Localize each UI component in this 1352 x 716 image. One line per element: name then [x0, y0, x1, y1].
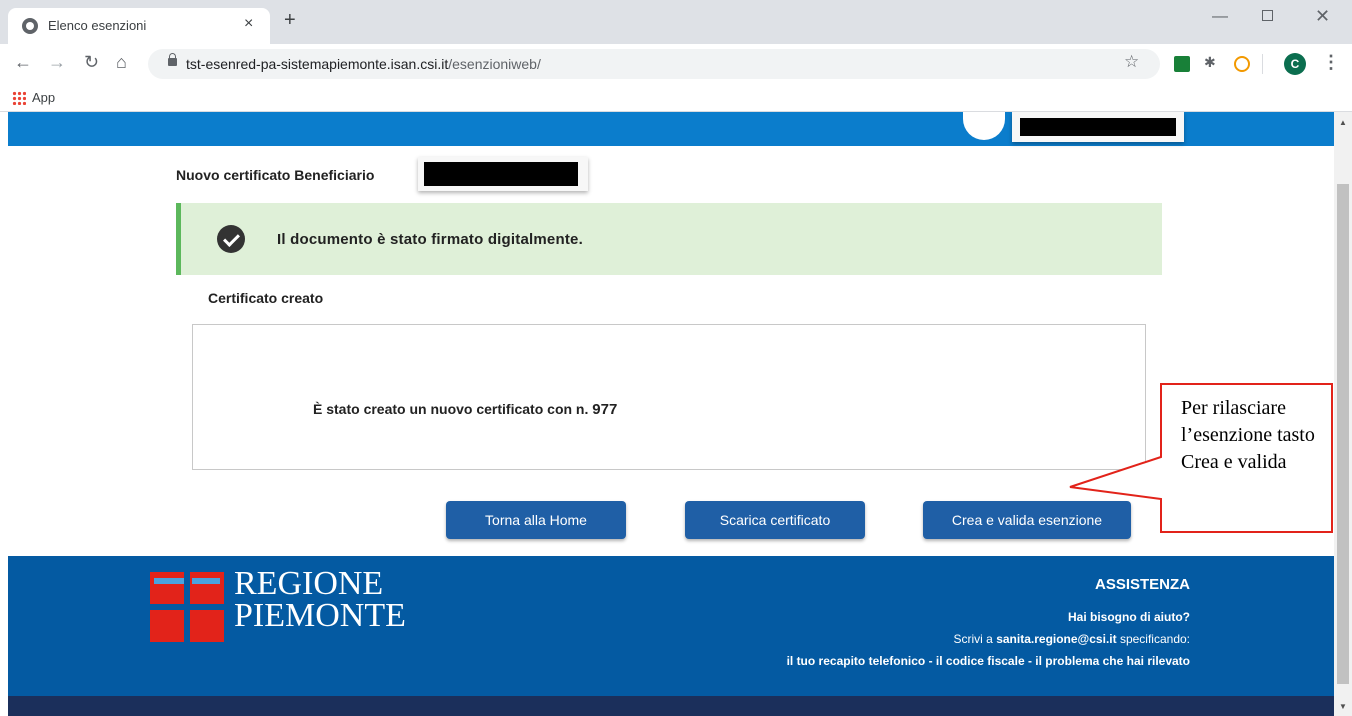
check-circle-icon — [217, 225, 245, 253]
certificate-number: 977 — [592, 401, 618, 418]
forward-icon[interactable]: → — [48, 52, 66, 72]
restore-icon[interactable] — [1262, 10, 1273, 21]
tab-title: Elenco esenzioni — [48, 18, 147, 33]
tab-strip: Elenco esenzioni × + — ✕ — [0, 0, 1352, 44]
assistance-title: ASSISTENZA — [1094, 576, 1190, 593]
profile-avatar[interactable]: C — [1284, 53, 1306, 75]
footer-bottom-bar — [8, 696, 1334, 716]
user-name-box — [1012, 112, 1184, 142]
footer: REGIONE PIEMONTE ASSISTENZA Hai bisogno … — [8, 556, 1334, 696]
callout-text: Per rilasciare l’esenzione tasto Crea e … — [1181, 397, 1315, 473]
apps-grid-icon[interactable] — [12, 91, 26, 105]
back-icon[interactable]: ← — [14, 52, 32, 72]
alert-message: Il documento è stato firmato digitalment… — [277, 231, 583, 248]
address-bar[interactable]: tst-esenred-pa-sistemapiemonte.isan.csi.… — [148, 49, 1160, 79]
extension-timer-icon[interactable] — [1234, 56, 1250, 72]
menu-icon[interactable]: ⋮ — [1322, 52, 1340, 73]
home-icon[interactable]: ⌂ — [116, 52, 127, 72]
scrollbar[interactable]: ▲ ▼ — [1334, 112, 1352, 716]
section-title: Certificato creato — [208, 290, 324, 306]
window-close-icon[interactable]: ✕ — [1315, 6, 1330, 27]
redacted-beneficiary-name — [424, 162, 578, 186]
bookmarks-bar: App — [0, 84, 1352, 112]
toolbar-separator — [1262, 54, 1263, 74]
home-button[interactable]: Torna alla Home — [446, 501, 626, 539]
scroll-up-icon[interactable]: ▲ — [1339, 118, 1347, 127]
success-alert: Il documento è stato firmato digitalment… — [176, 203, 1162, 275]
assistance-email[interactable]: sanita.regione@csi.it — [996, 632, 1116, 646]
url-text: tst-esenred-pa-sistemapiemonte.isan.csi.… — [186, 56, 541, 72]
regione-piemonte-logo — [150, 572, 226, 642]
extension-bug-icon[interactable]: ✱ — [1204, 54, 1220, 70]
certificate-panel: È stato creato un nuovo certificato con … — [192, 324, 1146, 470]
scroll-down-icon[interactable]: ▼ — [1339, 702, 1347, 711]
logo-text: REGIONE PIEMONTE — [234, 565, 406, 634]
globe-icon — [22, 18, 38, 34]
close-icon[interactable]: × — [244, 15, 253, 33]
reload-icon[interactable]: ↻ — [84, 52, 99, 72]
certificate-message: È stato creato un nuovo certificato con … — [313, 401, 618, 418]
redacted-user-name — [1020, 118, 1176, 136]
new-tab-button[interactable]: + — [284, 10, 296, 30]
download-certificate-button[interactable]: Scarica certificato — [685, 501, 865, 539]
minimize-icon[interactable]: — — [1212, 8, 1228, 26]
annotation-callout: Per rilasciare l’esenzione tasto Crea e … — [1069, 383, 1333, 533]
star-icon[interactable]: ☆ — [1124, 52, 1139, 72]
bookmark-apps[interactable]: App — [32, 90, 55, 105]
lock-icon — [168, 53, 177, 66]
beneficiary-name-box — [418, 157, 588, 191]
extension-green-icon[interactable] — [1174, 56, 1190, 72]
scroll-thumb[interactable] — [1337, 184, 1349, 684]
page-title: Nuovo certificato Beneficiario — [176, 167, 375, 183]
assistance-contact: Scrivi a sanita.regione@csi.it specifica… — [953, 632, 1190, 646]
browser-tab[interactable]: Elenco esenzioni × — [8, 8, 270, 44]
assistance-question: Hai bisogno di aiuto? — [1068, 610, 1190, 624]
browser-toolbar: ← → ↻ ⌂ tst-esenred-pa-sistemapiemonte.i… — [0, 44, 1352, 84]
assistance-details: il tuo recapito telefonico - il codice f… — [786, 654, 1190, 668]
